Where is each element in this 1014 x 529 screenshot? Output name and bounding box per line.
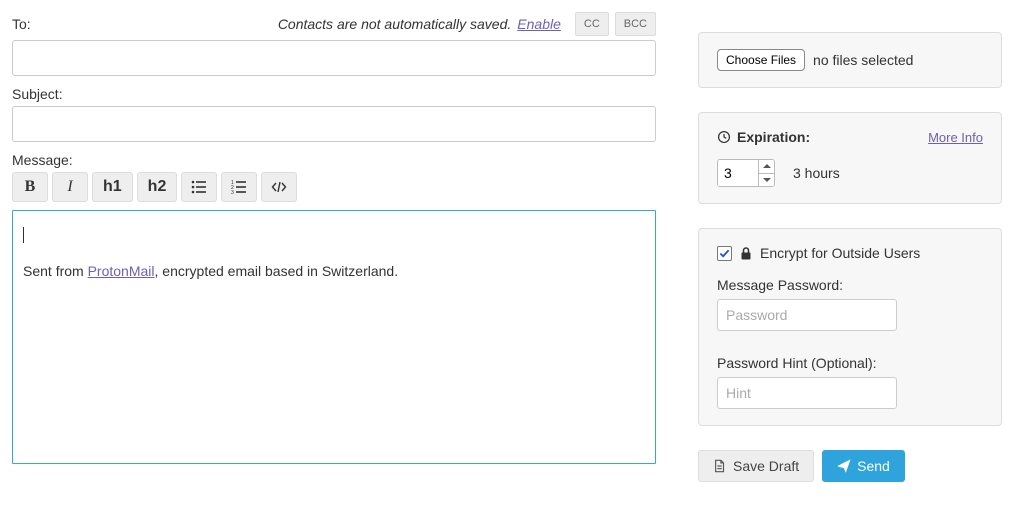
encrypt-title: Encrypt for Outside Users xyxy=(760,245,920,261)
chevron-down-icon xyxy=(763,177,771,183)
send-button[interactable]: Send xyxy=(822,450,905,482)
attachments-panel: Choose Files no files selected xyxy=(698,32,1002,88)
clock-icon xyxy=(717,130,731,144)
signature-line: Sent from ProtonMail, encrypted email ba… xyxy=(23,261,645,281)
save-draft-button[interactable]: Save Draft xyxy=(698,450,814,482)
attachments-status: no files selected xyxy=(813,52,913,68)
message-editor[interactable]: Sent from ProtonMail, encrypted email ba… xyxy=(12,210,656,464)
protonmail-link[interactable]: ProtonMail xyxy=(88,263,155,279)
list-ol-icon: 123 xyxy=(231,179,247,195)
h1-button[interactable]: h1 xyxy=(92,172,133,202)
bold-button[interactable]: B xyxy=(12,172,48,202)
expiration-display: 3 hours xyxy=(793,165,840,181)
svg-text:3: 3 xyxy=(231,190,234,195)
enable-contacts-link[interactable]: Enable xyxy=(517,16,561,32)
subject-input[interactable] xyxy=(12,106,656,142)
contacts-save-note: Contacts are not automatically saved. xyxy=(278,16,511,32)
code-icon xyxy=(271,179,287,195)
code-button[interactable] xyxy=(261,172,297,202)
italic-button[interactable]: I xyxy=(52,172,88,202)
choose-files-button[interactable]: Choose Files xyxy=(717,49,805,71)
expiration-more-info-link[interactable]: More Info xyxy=(928,130,983,145)
unordered-list-button[interactable] xyxy=(181,172,217,202)
subject-label: Subject: xyxy=(12,86,656,102)
expiration-step-down[interactable] xyxy=(759,174,774,187)
expiration-input[interactable] xyxy=(718,160,758,186)
h2-button[interactable]: h2 xyxy=(137,172,178,202)
hint-input[interactable] xyxy=(717,377,897,409)
encrypt-checkbox[interactable] xyxy=(717,246,732,261)
cc-button[interactable]: CC xyxy=(575,12,609,36)
encrypt-panel: Encrypt for Outside Users Message Passwo… xyxy=(698,228,1002,426)
file-icon xyxy=(713,459,727,473)
to-input[interactable] xyxy=(12,40,656,76)
check-icon xyxy=(719,248,730,259)
chevron-up-icon xyxy=(763,163,771,169)
password-input[interactable] xyxy=(717,299,897,331)
expiration-title: Expiration: xyxy=(737,129,810,145)
to-label: To: xyxy=(12,16,31,32)
hint-label: Password Hint (Optional): xyxy=(717,355,983,371)
ordered-list-button[interactable]: 123 xyxy=(221,172,257,202)
message-label: Message: xyxy=(12,152,656,168)
password-label: Message Password: xyxy=(717,277,983,293)
bcc-button[interactable]: BCC xyxy=(615,12,656,36)
editor-toolbar: B I h1 h2 123 xyxy=(12,172,656,202)
paper-plane-icon xyxy=(837,459,851,473)
expiration-stepper[interactable] xyxy=(717,159,775,187)
expiration-panel: Expiration: More Info 3 hour xyxy=(698,112,1002,204)
expiration-step-up[interactable] xyxy=(759,160,774,174)
lock-icon xyxy=(740,247,752,260)
list-ul-icon xyxy=(191,179,207,195)
